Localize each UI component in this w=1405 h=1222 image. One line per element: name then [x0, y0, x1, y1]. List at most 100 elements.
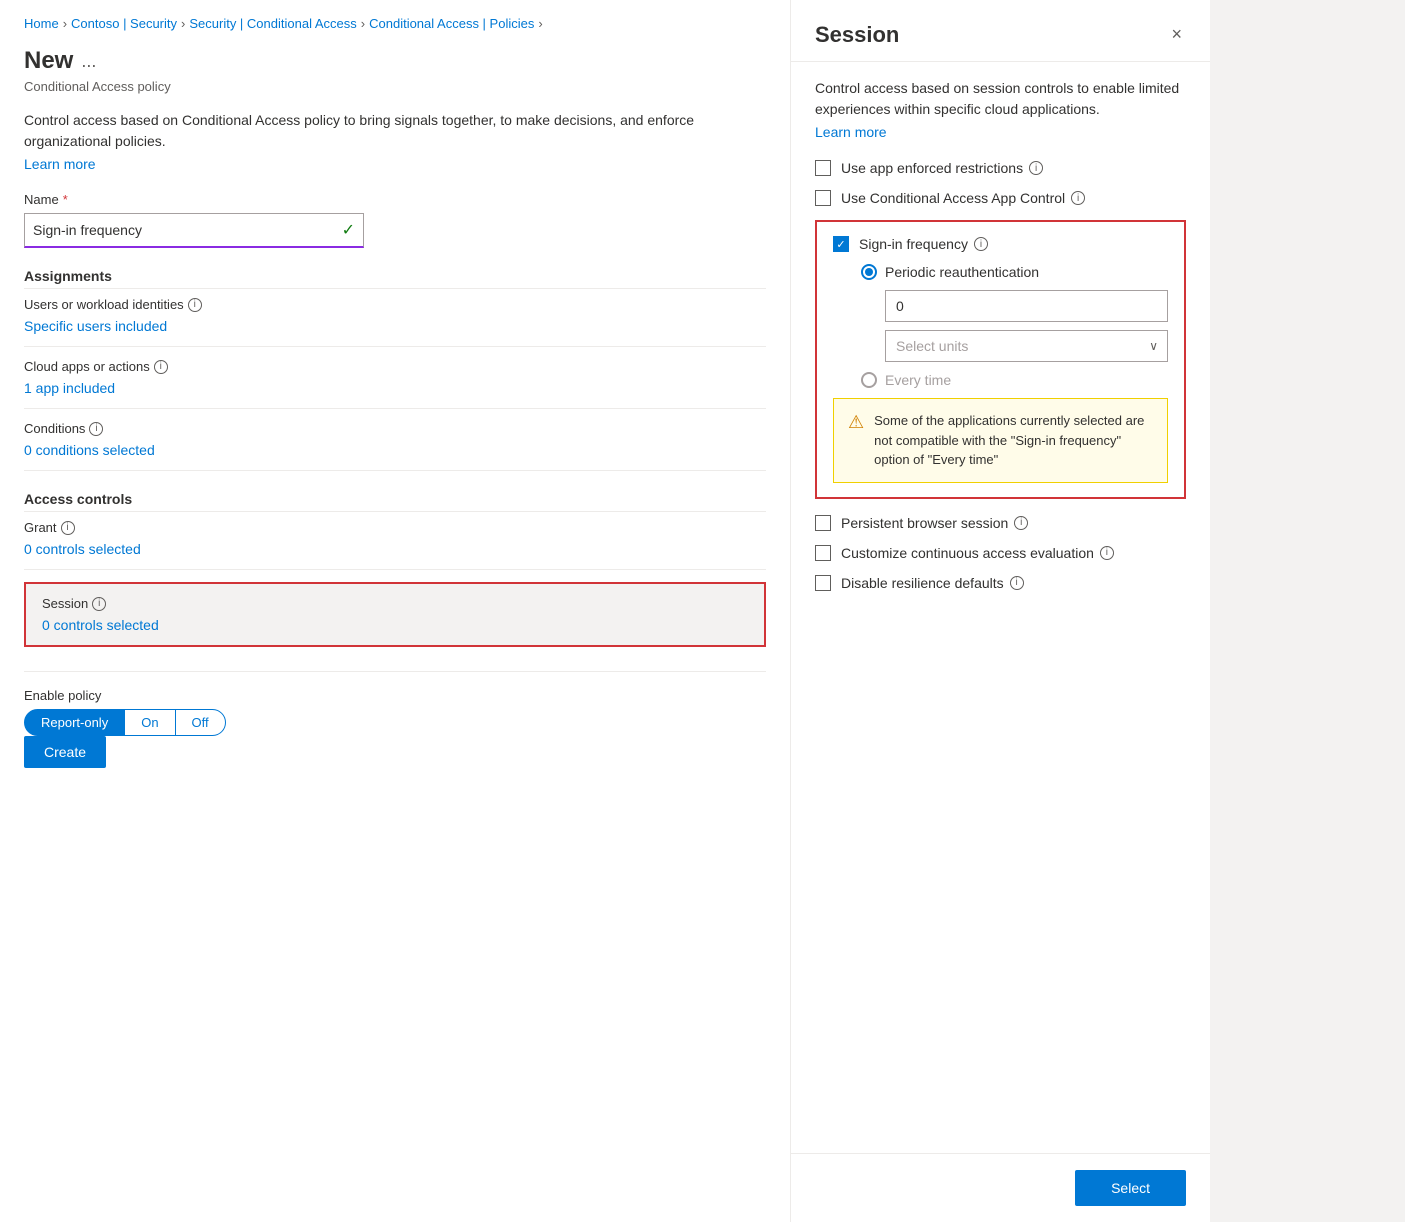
page-options-button[interactable]: ...	[81, 51, 96, 72]
page-learn-more-link[interactable]: Learn more	[24, 156, 96, 172]
breadcrumb-sep-4: ›	[538, 16, 542, 31]
users-value-link[interactable]: Specific users included	[24, 318, 167, 334]
persistent-browser-info-icon[interactable]: i	[1014, 516, 1028, 530]
ca-app-control-label: Use Conditional Access App Control i	[841, 190, 1085, 206]
select-button[interactable]: Select	[1075, 1170, 1186, 1206]
conditions-divider	[24, 470, 766, 471]
grant-value-link[interactable]: 0 controls selected	[24, 541, 141, 557]
every-time-radio-label: Every time	[885, 372, 951, 388]
users-field-group: Users or workload identities i Specific …	[24, 297, 766, 347]
signin-frequency-box: Sign-in frequency i Periodic reauthentic…	[815, 220, 1186, 499]
ca-app-control-checkbox[interactable]	[815, 190, 831, 206]
signin-frequency-info-icon[interactable]: i	[974, 237, 988, 251]
create-button[interactable]: Create	[24, 736, 106, 768]
continuous-access-label: Customize continuous access evaluation i	[841, 545, 1114, 561]
apps-field-label: Cloud apps or actions i	[24, 359, 766, 374]
breadcrumb: Home › Contoso | Security › Security | C…	[24, 16, 766, 31]
warning-triangle-icon: ⚠	[848, 412, 864, 433]
continuous-access-checkbox[interactable]	[815, 545, 831, 561]
side-panel-header: Session ×	[791, 0, 1210, 62]
enable-policy-section: Enable policy Report-only On Off Create	[24, 671, 766, 768]
breadcrumb-security-ca[interactable]: Security | Conditional Access	[189, 16, 356, 31]
side-panel-close-button[interactable]: ×	[1167, 20, 1186, 49]
every-time-radio-button[interactable]	[861, 372, 877, 388]
users-info-icon[interactable]: i	[188, 298, 202, 312]
side-learn-more-link[interactable]: Learn more	[815, 124, 1186, 140]
name-field-group: Name * Sign-in frequency ✓	[24, 192, 766, 248]
periodic-radio-row: Periodic reauthentication	[861, 264, 1168, 280]
toggle-off[interactable]: Off	[175, 709, 226, 736]
breadcrumb-sep-2: ›	[181, 16, 185, 31]
session-box[interactable]: Session i 0 controls selected	[24, 582, 766, 647]
apps-divider	[24, 408, 766, 409]
users-divider	[24, 346, 766, 347]
page-title-row: New ...	[24, 47, 766, 75]
session-info-icon[interactable]: i	[92, 597, 106, 611]
side-panel-title: Session	[815, 22, 899, 48]
grant-divider	[24, 569, 766, 570]
enable-policy-toggle[interactable]: Report-only On Off	[24, 709, 766, 736]
page-title: New	[24, 47, 73, 75]
apps-info-icon[interactable]: i	[154, 360, 168, 374]
disable-resilience-label: Disable resilience defaults i	[841, 575, 1024, 591]
disable-resilience-row: Disable resilience defaults i	[815, 575, 1186, 591]
select-units-wrapper: Select units Hours Days ∨	[885, 330, 1168, 362]
required-indicator: *	[63, 192, 68, 207]
signin-frequency-header: Sign-in frequency i	[833, 236, 1168, 252]
ca-app-control-row: Use Conditional Access App Control i	[815, 190, 1186, 206]
breadcrumb-contoso[interactable]: Contoso | Security	[71, 16, 177, 31]
app-enforced-checkbox[interactable]	[815, 160, 831, 176]
enable-policy-label: Enable policy	[24, 688, 766, 703]
select-units-dropdown[interactable]: Select units Hours Days	[885, 330, 1168, 362]
app-enforced-info-icon[interactable]: i	[1029, 161, 1043, 175]
name-input[interactable]: Sign-in frequency ✓	[24, 213, 364, 248]
warning-box: ⚠ Some of the applications currently sel…	[833, 398, 1168, 483]
page-description: Control access based on Conditional Acce…	[24, 110, 766, 152]
signin-frequency-checkbox[interactable]	[833, 236, 849, 252]
app-enforced-label: Use app enforced restrictions i	[841, 160, 1043, 176]
side-panel: Session × Control access based on sessio…	[790, 0, 1210, 1222]
toggle-report-only[interactable]: Report-only	[24, 709, 125, 736]
conditions-value-link[interactable]: 0 conditions selected	[24, 442, 155, 458]
periodic-radio-button[interactable]	[861, 264, 877, 280]
name-checkmark-icon: ✓	[342, 220, 355, 240]
every-time-radio-row: Every time	[861, 372, 1168, 388]
conditions-info-icon[interactable]: i	[89, 422, 103, 436]
toggle-on[interactable]: On	[125, 709, 174, 736]
main-panel: Home › Contoso | Security › Security | C…	[0, 0, 790, 1222]
frequency-number-input[interactable]	[885, 290, 1168, 322]
continuous-access-row: Customize continuous access evaluation i	[815, 545, 1186, 561]
assignments-section-label: Assignments	[24, 268, 766, 289]
session-box-label: Session i	[42, 596, 748, 611]
persistent-browser-label: Persistent browser session i	[841, 515, 1028, 531]
side-description: Control access based on session controls…	[815, 78, 1186, 120]
breadcrumb-ca-policies[interactable]: Conditional Access | Policies	[369, 16, 534, 31]
name-field-label: Name *	[24, 192, 766, 207]
apps-value-link[interactable]: 1 app included	[24, 380, 115, 396]
periodic-radio-label: Periodic reauthentication	[885, 264, 1039, 280]
session-value-link[interactable]: 0 controls selected	[42, 617, 159, 633]
breadcrumb-home[interactable]: Home	[24, 16, 59, 31]
page-subtitle: Conditional Access policy	[24, 79, 766, 94]
radio-group: Periodic reauthentication Select units H…	[861, 264, 1168, 388]
grant-info-icon[interactable]: i	[61, 521, 75, 535]
breadcrumb-sep-3: ›	[361, 16, 365, 31]
apps-field-group: Cloud apps or actions i 1 app included	[24, 359, 766, 409]
persistent-browser-row: Persistent browser session i	[815, 515, 1186, 531]
breadcrumb-sep-1: ›	[63, 16, 67, 31]
grant-field-label: Grant i	[24, 520, 766, 535]
warning-text: Some of the applications currently selec…	[874, 411, 1153, 470]
disable-resilience-checkbox[interactable]	[815, 575, 831, 591]
side-panel-body: Control access based on session controls…	[791, 62, 1210, 1153]
signin-frequency-label: Sign-in frequency i	[859, 236, 988, 252]
grant-field-group: Grant i 0 controls selected	[24, 520, 766, 570]
side-panel-footer: Select	[791, 1153, 1210, 1222]
conditions-field-label: Conditions i	[24, 421, 766, 436]
ca-app-control-info-icon[interactable]: i	[1071, 191, 1085, 205]
periodic-radio-inner	[865, 268, 873, 276]
persistent-browser-checkbox[interactable]	[815, 515, 831, 531]
access-controls-section-label: Access controls	[24, 491, 766, 512]
disable-resilience-info-icon[interactable]: i	[1010, 576, 1024, 590]
app-enforced-row: Use app enforced restrictions i	[815, 160, 1186, 176]
continuous-access-info-icon[interactable]: i	[1100, 546, 1114, 560]
